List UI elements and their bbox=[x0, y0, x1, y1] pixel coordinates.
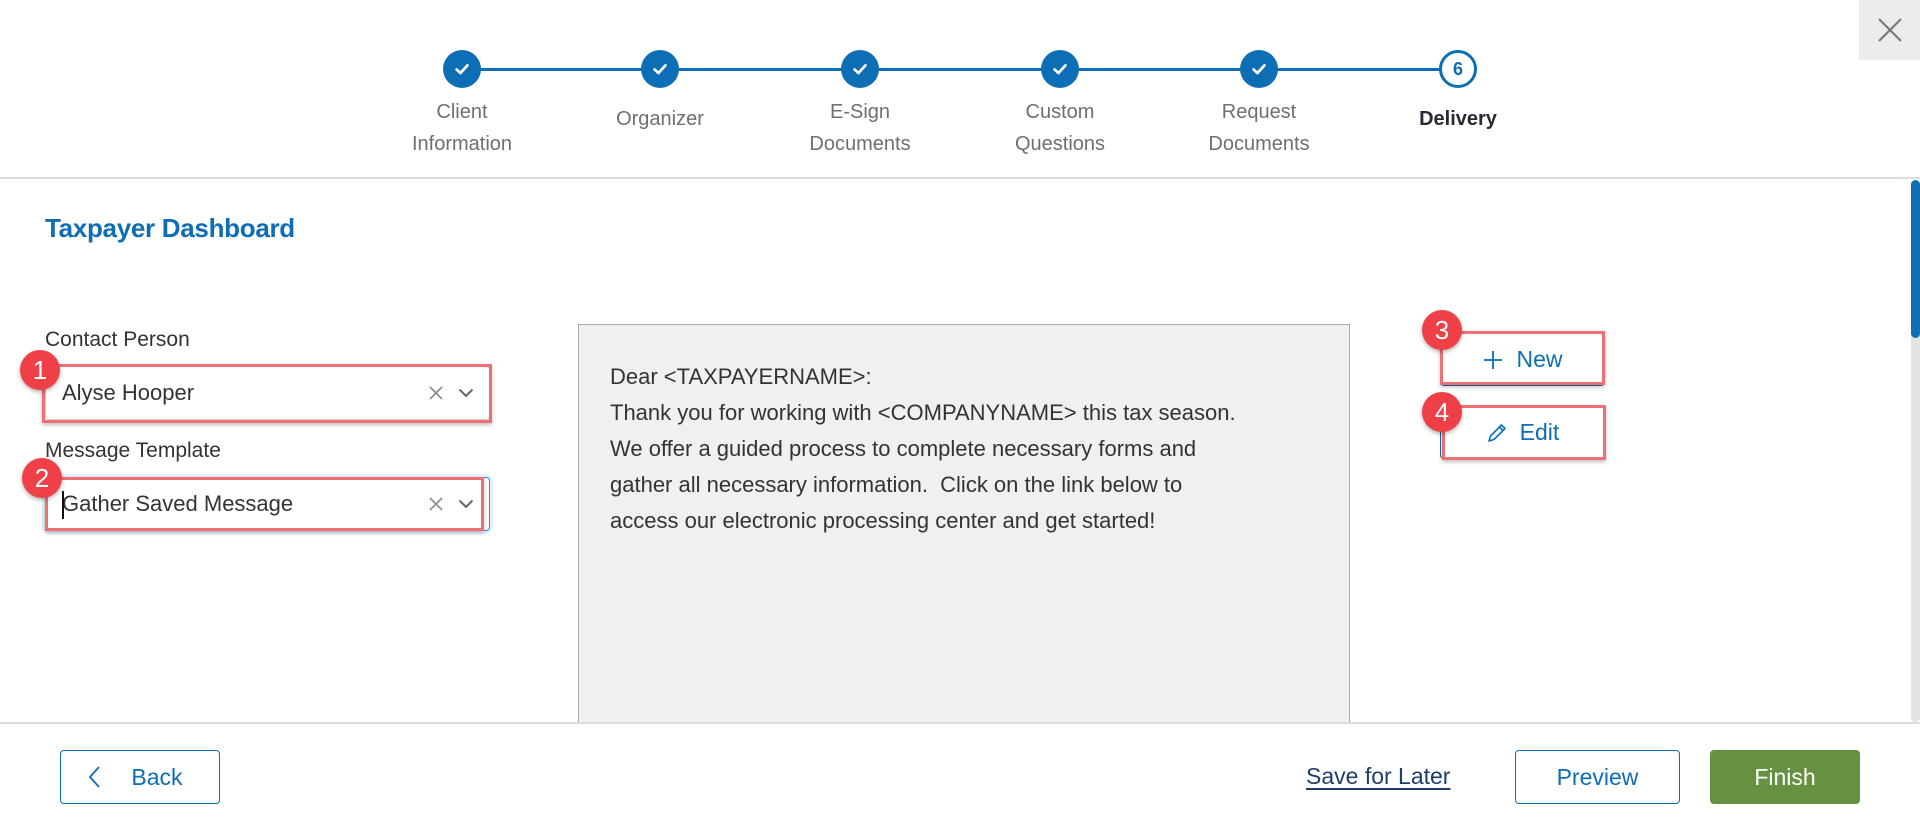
page-title: Taxpayer Dashboard bbox=[45, 213, 295, 243]
contact-person-value: Alyse Hooper bbox=[62, 380, 195, 405]
contact-person-select[interactable]: Alyse Hooper bbox=[45, 366, 490, 420]
finish-label: Finish bbox=[1754, 763, 1816, 790]
annotation-badge: 2 bbox=[22, 458, 62, 498]
back-button[interactable]: Back bbox=[60, 750, 220, 804]
message-template-value: Gather Saved Message bbox=[62, 491, 294, 516]
close-button[interactable] bbox=[1859, 0, 1920, 60]
step-label: Delivery bbox=[1358, 103, 1558, 135]
check-icon bbox=[1053, 64, 1067, 75]
close-x-icon bbox=[1877, 18, 1902, 42]
step-label-line: Questions bbox=[1014, 133, 1106, 155]
step-label: Request Documents bbox=[1159, 96, 1359, 160]
dropdown-toggle[interactable] bbox=[455, 493, 477, 515]
annotation-badge: 3 bbox=[1422, 310, 1462, 350]
wizard-header: Client Information Organizer E-Sign Docu… bbox=[0, 0, 1920, 179]
step-current-marker: 6 bbox=[1439, 50, 1477, 88]
step-completed-marker bbox=[841, 50, 879, 88]
text-cursor bbox=[62, 491, 64, 519]
message-line: access our electronic processing center … bbox=[610, 508, 1156, 533]
message-body-preview: Dear <TAXPAYERNAME>: Thank you for worki… bbox=[578, 324, 1350, 724]
message-line: Thank you for working with <COMPANYNAME>… bbox=[610, 400, 1236, 425]
step-completed-marker bbox=[1041, 50, 1079, 88]
check-icon bbox=[653, 64, 667, 75]
step-label: Organizer bbox=[560, 103, 760, 135]
step-label-line: Client bbox=[436, 101, 488, 123]
scrollbar-thumb[interactable] bbox=[1911, 180, 1920, 338]
stepper-progress-line bbox=[462, 68, 1458, 71]
check-icon bbox=[455, 64, 469, 75]
check-icon bbox=[1252, 64, 1266, 75]
preview-button[interactable]: Preview bbox=[1515, 750, 1680, 804]
step-label: Client Information bbox=[362, 96, 562, 160]
step-label-line: Documents bbox=[1208, 133, 1310, 155]
plus-icon bbox=[1484, 350, 1503, 369]
message-line: We offer a guided process to complete ne… bbox=[610, 436, 1197, 461]
step-completed-marker bbox=[443, 50, 481, 88]
finish-button[interactable]: Finish bbox=[1710, 750, 1860, 804]
preview-label: Preview bbox=[1556, 763, 1639, 790]
content-scrollbar[interactable] bbox=[1911, 180, 1920, 722]
step-label-line: Documents bbox=[809, 133, 911, 155]
step-completed-marker bbox=[641, 50, 679, 88]
chevron-down-icon bbox=[458, 499, 474, 509]
step-label-line: Organizer bbox=[616, 108, 704, 130]
pencil-icon bbox=[1487, 423, 1506, 442]
dropdown-toggle[interactable] bbox=[455, 382, 477, 404]
annotation-badge: 1 bbox=[20, 350, 60, 390]
edit-template-button[interactable]: Edit bbox=[1440, 406, 1605, 459]
step-label: E-Sign Documents bbox=[760, 96, 960, 160]
clear-x-icon bbox=[429, 386, 443, 400]
edit-template-label: Edit bbox=[1519, 419, 1560, 445]
message-line: Dear <TAXPAYERNAME>: bbox=[610, 364, 872, 389]
step-number: 6 bbox=[1452, 58, 1463, 79]
message-template-select[interactable]: Gather Saved Message bbox=[45, 477, 490, 531]
clear-selection-button[interactable] bbox=[425, 493, 447, 515]
step-label: Custom Questions bbox=[960, 96, 1160, 160]
save-for-later-link[interactable]: Save for Later bbox=[1306, 763, 1450, 790]
step-label-line: Delivery bbox=[1419, 108, 1497, 130]
chevron-left-icon bbox=[89, 766, 101, 788]
new-template-button[interactable]: New bbox=[1440, 333, 1605, 386]
wizard-footer: Back Save for Later Preview Finish bbox=[0, 722, 1920, 827]
message-line: gather all necessary information. Click … bbox=[610, 472, 1183, 497]
clear-x-icon bbox=[429, 497, 443, 511]
step-label-line: E-Sign bbox=[829, 101, 891, 123]
step-label-line: Information bbox=[411, 133, 513, 155]
clear-selection-button[interactable] bbox=[425, 382, 447, 404]
back-label: Back bbox=[131, 763, 183, 790]
step-label-line: Request bbox=[1221, 101, 1297, 123]
annotation-badge: 4 bbox=[1422, 392, 1462, 432]
chevron-down-icon bbox=[458, 388, 474, 398]
contact-person-label: Contact Person bbox=[45, 328, 190, 351]
step-completed-marker bbox=[1240, 50, 1278, 88]
check-icon bbox=[853, 64, 867, 75]
message-template-label: Message Template bbox=[45, 439, 221, 462]
step-label-line: Custom bbox=[1025, 101, 1095, 123]
new-template-label: New bbox=[1516, 346, 1563, 372]
